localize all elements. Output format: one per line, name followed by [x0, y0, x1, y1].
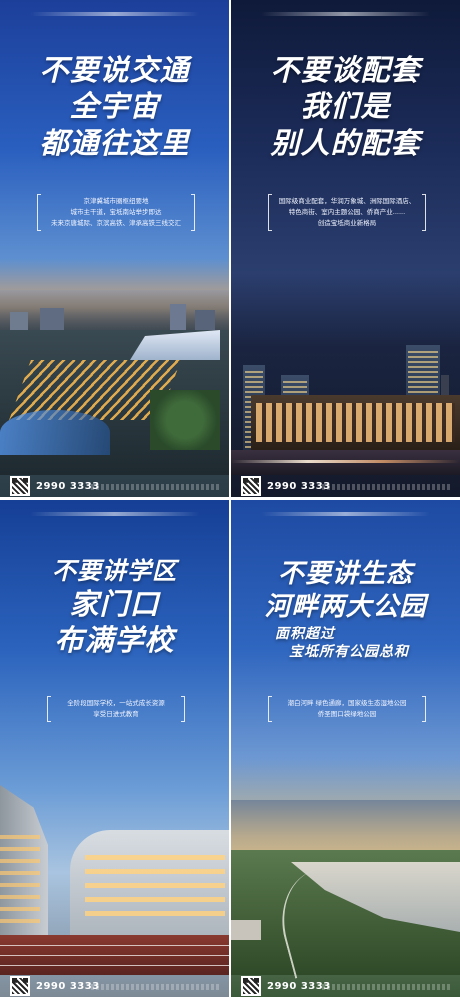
qr-code-icon[interactable]	[241, 476, 261, 496]
bracket-left	[268, 194, 272, 231]
headline-line-1: 不要讲学区	[52, 557, 177, 585]
qr-code-icon[interactable]	[10, 976, 30, 996]
footer: 2990 3333	[0, 975, 229, 997]
info-block: 全阶段国际学校，一站式成长资源 享受日进式教育	[47, 696, 185, 722]
headline-line-3: 都通往这里	[39, 125, 190, 160]
qr-code-icon[interactable]	[241, 976, 261, 996]
headline: 不要说交通 全宇宙 都通往这里	[0, 52, 229, 161]
fine-print	[322, 484, 452, 490]
commercial-towers-scene	[231, 320, 460, 475]
fine-print	[91, 984, 221, 990]
poster-ecology: 不要讲生态 河畔两大公园 面积超过 宝坻所有公园总和 潮白河畔 绿色通廊，国家级…	[231, 500, 460, 997]
headline-line-1: 不要说交通	[39, 53, 190, 87]
top-divider	[30, 512, 199, 516]
headline-line-2: 家门口	[69, 587, 160, 621]
railway-station-scene	[0, 290, 229, 475]
info-block: 京津冀城市圈枢纽要地 城市主干道，宝坻南站举步即达 未来京唐城际、京滨高铁、津承…	[37, 194, 195, 231]
top-divider	[261, 512, 430, 516]
info-line: 京津冀城市圈枢纽要地	[83, 197, 149, 205]
subheadline: 面积超过 宝坻所有公园总和	[231, 626, 460, 661]
footer: 2990 3333	[0, 475, 229, 497]
riverside-park-scene	[231, 800, 460, 979]
poster-amenities: 不要谈配套 我们是 别人的配套 国际级商业配套，华润万象城、洲际国际酒店、 特色…	[231, 0, 460, 497]
info-line: 未来京唐城际、京滨高铁、津承高铁三线交汇	[51, 219, 181, 227]
school-campus-scene	[0, 785, 229, 975]
fine-print	[91, 484, 221, 490]
info-line: 城市主干道，宝坻南站举步即达	[70, 208, 162, 216]
headline-line-2: 全宇宙	[69, 89, 160, 124]
bracket-left	[268, 696, 272, 722]
headline-line-2: 河畔两大公园	[264, 591, 427, 622]
info-line: 国际级商业配套，华润万象城、洲际国际酒店、	[278, 197, 416, 205]
info-line: 侨圣图口袋绿地公园	[317, 710, 377, 718]
poster-transport: 不要说交通 全宇宙 都通往这里 京津冀城市圈枢纽要地 城市主干道，宝坻南站举步即…	[0, 0, 229, 497]
info-line: 全阶段国际学校，一站式成长资源	[67, 699, 165, 707]
fine-print	[322, 984, 452, 990]
poster-schools: 不要讲学区 家门口 布满学校 全阶段国际学校，一站式成长资源 享受日进式教育 2…	[0, 500, 229, 997]
headline: 不要谈配套 我们是 别人的配套	[231, 52, 460, 161]
bracket-right	[181, 696, 185, 722]
qr-code-icon[interactable]	[10, 476, 30, 496]
headline: 不要讲学区 家门口 布满学校	[0, 556, 229, 659]
info-line: 享受日进式教育	[93, 710, 139, 718]
bracket-right	[191, 194, 195, 231]
subheadline-line-1: 面积超过	[275, 626, 335, 642]
bracket-left	[47, 696, 51, 722]
headline-line-3: 别人的配套	[270, 125, 421, 160]
headline-line-1: 不要谈配套	[270, 53, 421, 87]
top-divider	[261, 12, 430, 16]
headline: 不要讲生态 河畔两大公园	[231, 558, 460, 623]
headline-line-2: 我们是	[300, 89, 391, 124]
bracket-left	[37, 194, 41, 231]
info-block: 国际级商业配套，华润万象城、洲际国际酒店、 特色商街、室内主题公园、侨商产业..…	[268, 194, 426, 231]
bracket-right	[422, 696, 426, 722]
info-line: 特色商街、室内主题公园、侨商产业......	[288, 208, 406, 216]
bracket-right	[422, 194, 426, 231]
headline-line-3: 布满学校	[54, 623, 175, 658]
info-line: 潮白河畔 绿色通廊，国家级生态湿地公园	[287, 699, 407, 707]
headline-line-1: 不要讲生态	[277, 559, 413, 589]
info-line: 创造宝坻商业新格局	[317, 219, 377, 227]
top-divider	[30, 12, 199, 16]
footer: 2990 3333	[231, 475, 460, 497]
subheadline-line-2: 宝坻所有公园总和	[289, 643, 409, 660]
footer: 2990 3333	[231, 975, 460, 997]
info-block: 潮白河畔 绿色通廊，国家级生态湿地公园 侨圣图口袋绿地公园	[268, 696, 426, 722]
